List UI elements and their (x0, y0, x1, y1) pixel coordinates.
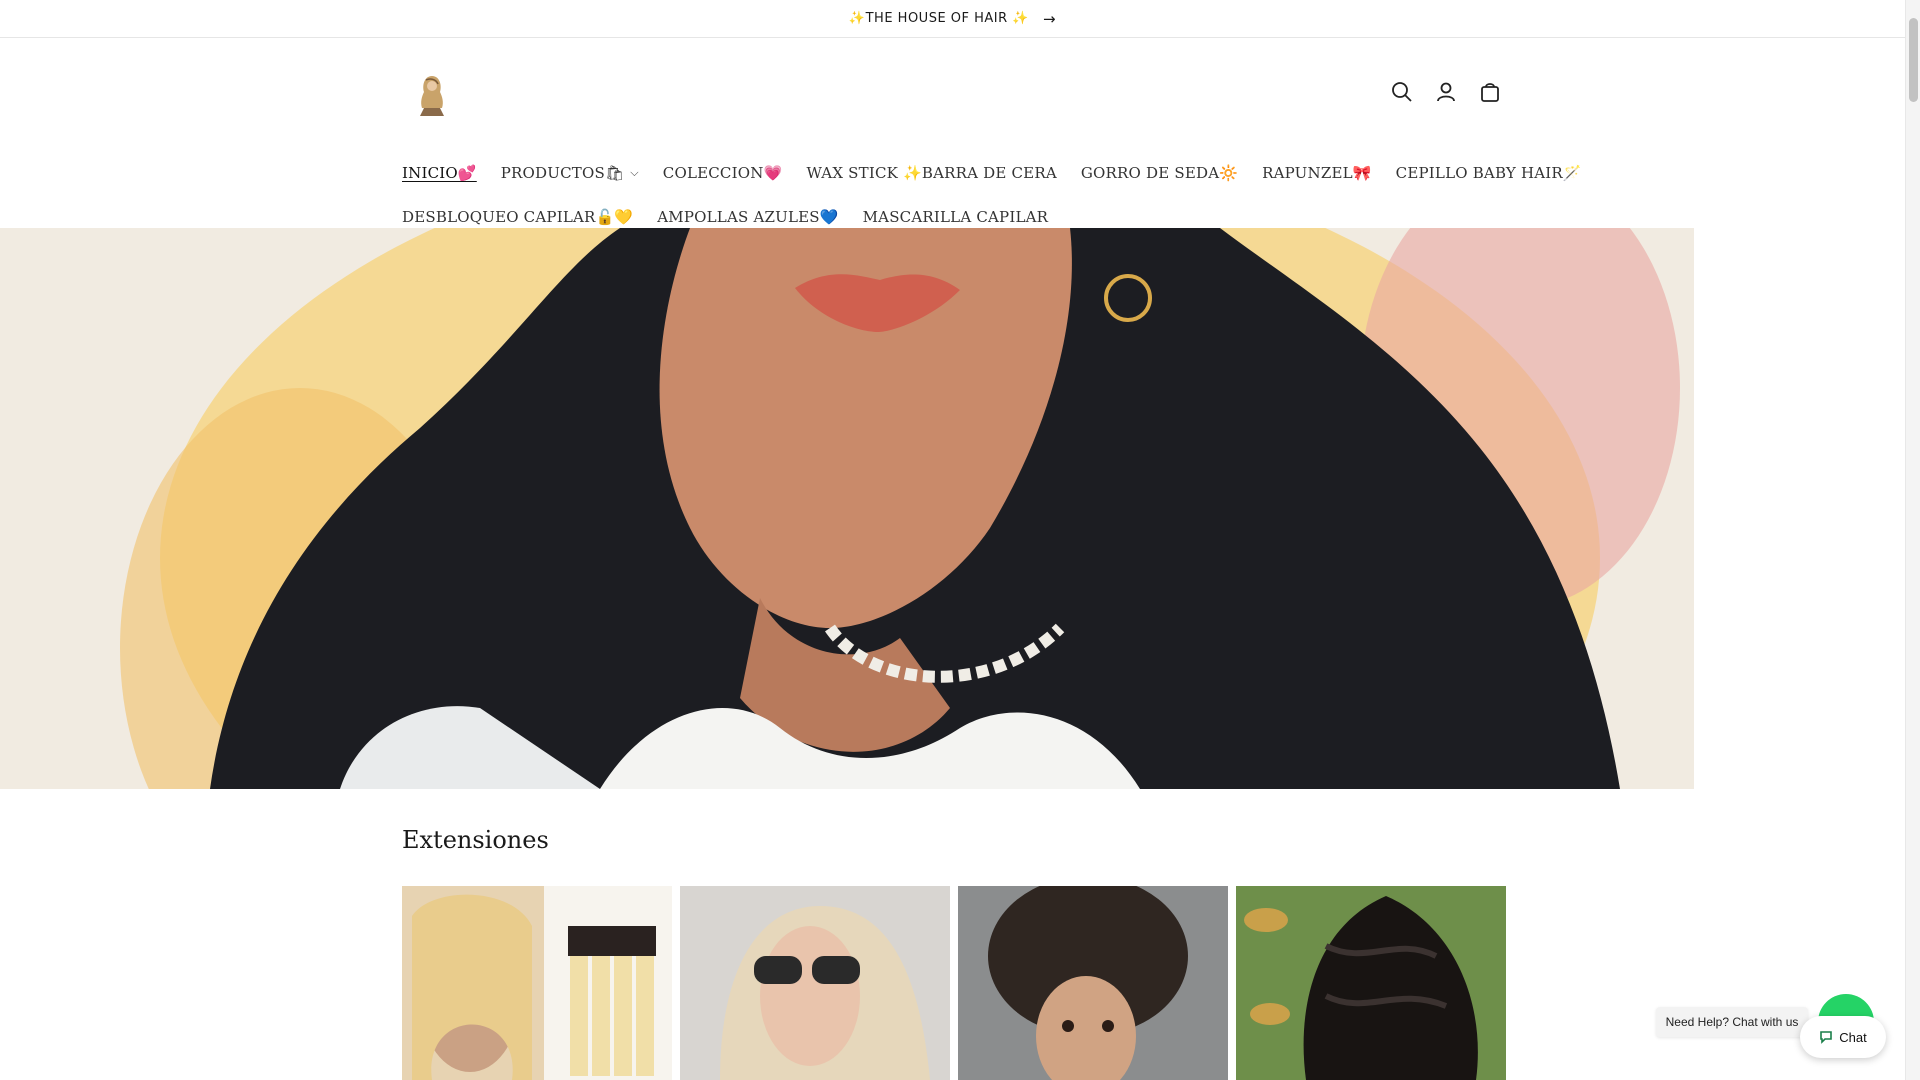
scrollbar-thumb[interactable] (1909, 18, 1918, 102)
hero-banner (0, 228, 1905, 789)
page-scrollbar[interactable] (1905, 0, 1920, 1080)
chat-bubble-icon (1820, 1031, 1833, 1044)
nav-item-label: CEPILLO BABY HAIR🪄 (1395, 164, 1582, 182)
chat-button-label: Chat (1839, 1029, 1867, 1045)
account-icon[interactable] (1432, 78, 1460, 106)
nav-item-desbloqueo-capilar[interactable]: DESBLOQUEO CAPILAR🔓💛 (402, 208, 645, 226)
nav-item-cepillo-baby-hair[interactable]: CEPILLO BABY HAIR🪄 (1384, 164, 1594, 182)
nav-row-1: INICIO💕 PRODUCTOS🛍 ⌵ COLECCION💗 WAX STICK… (402, 151, 1582, 195)
nav-item-label: WAX STICK ✨BARRA DE CERA (806, 164, 1057, 182)
chat-button[interactable]: Chat (1800, 1016, 1886, 1058)
announcement-bar[interactable]: ✨THE HOUSE OF HAIR ✨ → (0, 0, 1905, 38)
site-header: INICIO💕 PRODUCTOS🛍 ⌵ COLECCION💗 WAX STICK… (0, 38, 1905, 228)
collection-title: Extensiones (402, 826, 549, 854)
nav-item-label: AMPOLLAS AZULES💙 (657, 208, 839, 226)
product-card[interactable] (680, 886, 950, 1080)
nav-item-label: RAPUNZEL🎀 (1262, 164, 1372, 182)
product-image (958, 886, 1228, 1080)
nav-item-mascarilla-capilar[interactable]: MASCARILLA CAPILAR (851, 208, 1061, 226)
product-image (402, 886, 672, 1080)
product-card[interactable] (1236, 886, 1506, 1080)
nav-item-productos[interactable]: PRODUCTOS🛍 ⌵ (489, 164, 651, 182)
nav-item-rapunzel[interactable]: RAPUNZEL🎀 (1250, 164, 1384, 182)
nav-item-coleccion[interactable]: COLECCION💗 (651, 164, 795, 182)
nav-item-wax-stick[interactable]: WAX STICK ✨BARRA DE CERA (794, 164, 1068, 182)
arrow-right-icon[interactable]: → (1043, 10, 1056, 28)
cart-icon[interactable] (1476, 78, 1504, 106)
hero-illustration (120, 228, 1905, 789)
nav-item-gorro-de-seda[interactable]: GORRO DE SEDA🔆 (1069, 164, 1250, 182)
chevron-down-icon: ⌵ (630, 166, 639, 179)
nav-item-inicio[interactable]: INICIO💕 (402, 164, 489, 182)
product-grid (402, 886, 1506, 1080)
nav-item-label: DESBLOQUEO CAPILAR🔓💛 (402, 208, 634, 226)
product-card[interactable] (958, 886, 1228, 1080)
main-nav: INICIO💕 PRODUCTOS🛍 ⌵ COLECCION💗 WAX STICK… (402, 151, 1582, 239)
nav-item-label: PRODUCTOS🛍 (500, 164, 625, 182)
product-image (1236, 886, 1506, 1080)
nav-item-label: COLECCION💗 (662, 164, 783, 182)
product-image (680, 886, 950, 1080)
nav-item-label: INICIO💕 (402, 164, 477, 182)
woman-silhouette-logo[interactable] (414, 72, 450, 118)
announcement-text[interactable]: ✨THE HOUSE OF HAIR ✨ (849, 11, 1029, 26)
header-icons (1388, 78, 1504, 106)
product-card[interactable] (402, 886, 672, 1080)
nav-item-label: GORRO DE SEDA🔆 (1080, 164, 1239, 182)
nav-item-label: MASCARILLA CAPILAR (862, 208, 1049, 226)
chat-help-bubble[interactable]: Need Help? Chat with us (1656, 1007, 1808, 1037)
nav-item-ampollas-azules[interactable]: AMPOLLAS AZULES💙 (645, 208, 850, 226)
search-icon[interactable] (1388, 78, 1416, 106)
